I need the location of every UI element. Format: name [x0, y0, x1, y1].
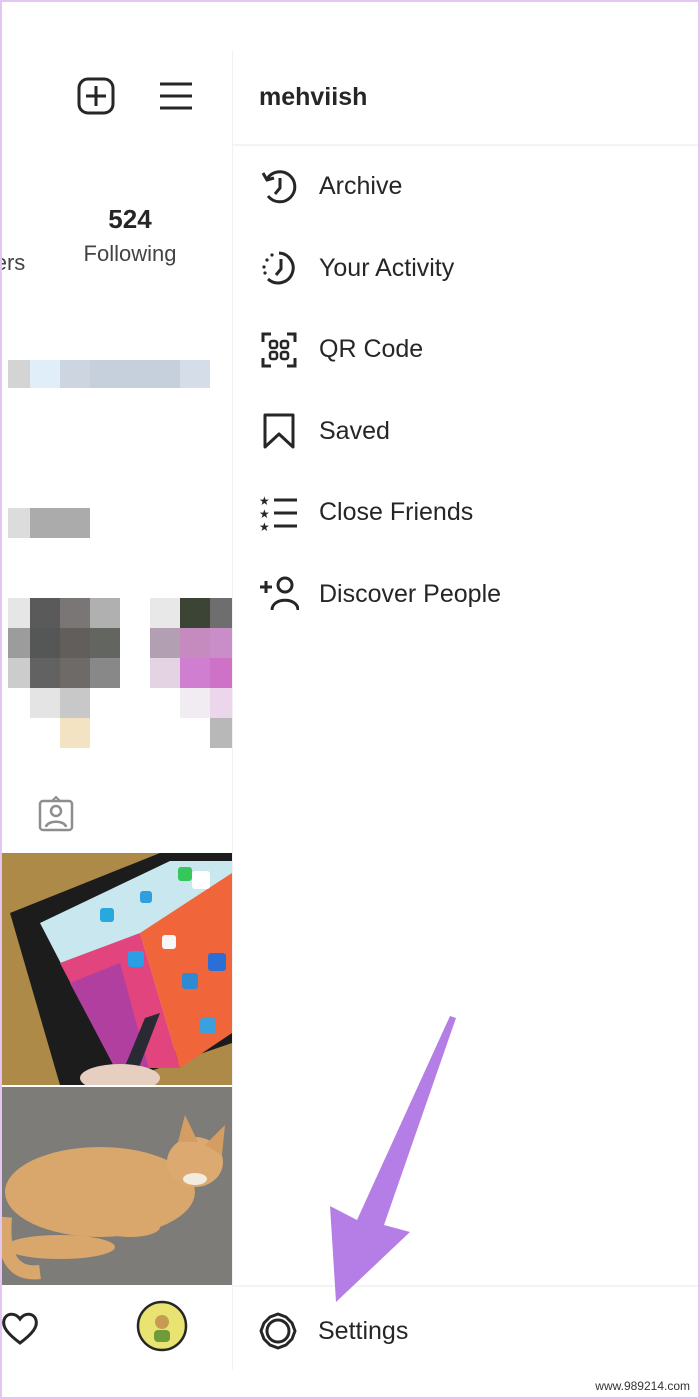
menu-item-archive[interactable]: Archive	[233, 146, 700, 228]
menu-item-label: Your Activity	[319, 253, 455, 282]
profile-tab[interactable]	[136, 1300, 188, 1352]
gear-icon	[258, 1311, 298, 1351]
drawer-username: mehviish	[233, 50, 700, 146]
bookmark-icon	[259, 411, 299, 451]
menu-button[interactable]	[156, 76, 196, 116]
tagged-person-icon	[38, 796, 74, 832]
followers-label: ers	[0, 250, 26, 275]
new-post-button[interactable]	[76, 76, 116, 116]
heart-icon	[2, 1312, 38, 1345]
menu-item-your-activity[interactable]: Your Activity	[233, 228, 700, 310]
menu-item-label: Close Friends	[319, 498, 474, 527]
menu-item-discover-people[interactable]: Discover People	[233, 554, 700, 636]
hamburger-icon	[160, 82, 192, 110]
plus-square-icon	[77, 77, 115, 115]
svg-text:★: ★	[259, 520, 270, 532]
post-thumbnail-ipad[interactable]	[0, 853, 232, 1085]
tagged-tab[interactable]	[36, 794, 76, 834]
avatar	[136, 1300, 188, 1352]
menu-item-label: Discover People	[319, 579, 502, 608]
following-count: 524	[108, 204, 152, 234]
activity-icon	[259, 248, 299, 288]
following-stat[interactable]: 524 Following	[74, 204, 186, 267]
add-person-icon	[259, 574, 299, 614]
settings-label: Settings	[318, 1316, 409, 1345]
following-label: Following	[83, 241, 177, 266]
post-thumbnail-cat[interactable]	[0, 1087, 232, 1285]
annotation-arrow	[330, 1016, 456, 1302]
close-friends-icon: ★ ★ ★	[259, 493, 299, 533]
followers-stat[interactable]: ers	[0, 244, 40, 276]
menu-item-saved[interactable]: Saved	[233, 391, 700, 473]
menu-item-label: QR Code	[319, 335, 424, 364]
cat-photo	[0, 1087, 232, 1285]
activity-tab[interactable]	[0, 1308, 40, 1348]
menu-item-label: Archive	[319, 172, 403, 201]
ipad-photo	[0, 853, 232, 1085]
profile-page: ers 524 Following	[0, 0, 232, 1399]
bottom-nav	[0, 1290, 232, 1370]
archive-icon	[259, 167, 299, 207]
svg-text:★: ★	[259, 494, 270, 508]
svg-text:★: ★	[259, 507, 270, 521]
menu-item-close-friends[interactable]: ★ ★ ★ Close Friends	[233, 472, 700, 554]
qr-code-icon	[259, 330, 299, 370]
watermark: www.989214.com	[595, 1379, 690, 1393]
menu-item-label: Saved	[319, 416, 390, 445]
menu-item-qr-code[interactable]: QR Code	[233, 309, 700, 391]
